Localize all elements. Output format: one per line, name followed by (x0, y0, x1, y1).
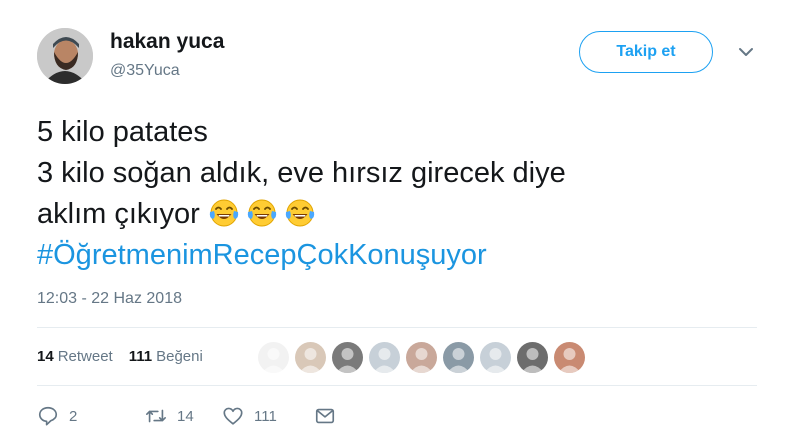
reply-icon (38, 406, 58, 426)
liker-avatar[interactable] (443, 342, 474, 373)
liker-avatar[interactable] (369, 342, 400, 373)
author-avatar[interactable] (37, 28, 93, 84)
author-name[interactable]: hakan yuca (110, 30, 224, 54)
liker-avatar[interactable] (517, 342, 548, 373)
tweet-timestamp[interactable]: 12:03 - 22 Haz 2018 (37, 290, 182, 308)
tears-of-joy-emoji-icon (285, 199, 315, 227)
follow-button[interactable]: Takip et (579, 31, 713, 73)
like-stat[interactable]: 111 Beğeni (129, 348, 203, 365)
retweet-icon (146, 409, 166, 423)
retweet-stat-label: Retweet (57, 348, 113, 365)
tweet-line-2: 3 kilo soğan aldık, eve hırsız girecek d… (37, 157, 566, 189)
reply-count: 2 (69, 407, 78, 425)
tweet-line-1: 5 kilo patates (37, 116, 208, 148)
author-info: hakan yuca @35Yuca (110, 30, 224, 80)
tweet-text: 5 kilo patates 3 kilo soğan aldık, eve h… (37, 112, 757, 276)
retweet-stat-count: 14 (37, 348, 54, 365)
like-stat-count: 111 (128, 348, 153, 365)
like-stat-label: Beğeni (156, 348, 203, 365)
tears-of-joy-emoji-icon (209, 199, 239, 227)
author-handle[interactable]: @35Yuca (110, 62, 224, 80)
hashtag-link[interactable]: #ÖğretmenimRecepÇokKonuşuyor (37, 235, 757, 276)
direct-message-button[interactable] (314, 405, 336, 427)
likers-avatars (258, 342, 585, 373)
liker-avatar[interactable] (554, 342, 585, 373)
divider (37, 385, 757, 386)
tears-of-joy-emoji-icon (247, 199, 277, 227)
tweet-line-3: aklım çıkıyor (37, 194, 757, 235)
divider (37, 327, 757, 328)
like-count: 111 (254, 407, 277, 425)
reply-button[interactable]: 2 (37, 405, 145, 427)
liker-avatar[interactable] (332, 342, 363, 373)
tweet-actions: 2 14 111 (37, 405, 336, 427)
retweet-stat[interactable]: 14 Retweet (37, 348, 113, 365)
liker-avatar[interactable] (258, 342, 289, 373)
emoji-row (208, 198, 322, 230)
liker-avatar[interactable] (406, 342, 437, 373)
retweet-count: 14 (177, 407, 194, 425)
tweet-line-3-text: aklım çıkıyor (37, 198, 200, 230)
retweet-button[interactable]: 14 (145, 405, 222, 427)
tweet-stats: 14 Retweet 111 Beğeni (37, 348, 203, 365)
heart-icon (223, 407, 243, 425)
liker-avatar[interactable] (480, 342, 511, 373)
chevron-down-icon[interactable] (737, 45, 755, 57)
like-button[interactable]: 111 (222, 405, 314, 427)
liker-avatar[interactable] (295, 342, 326, 373)
envelope-icon (315, 408, 335, 424)
